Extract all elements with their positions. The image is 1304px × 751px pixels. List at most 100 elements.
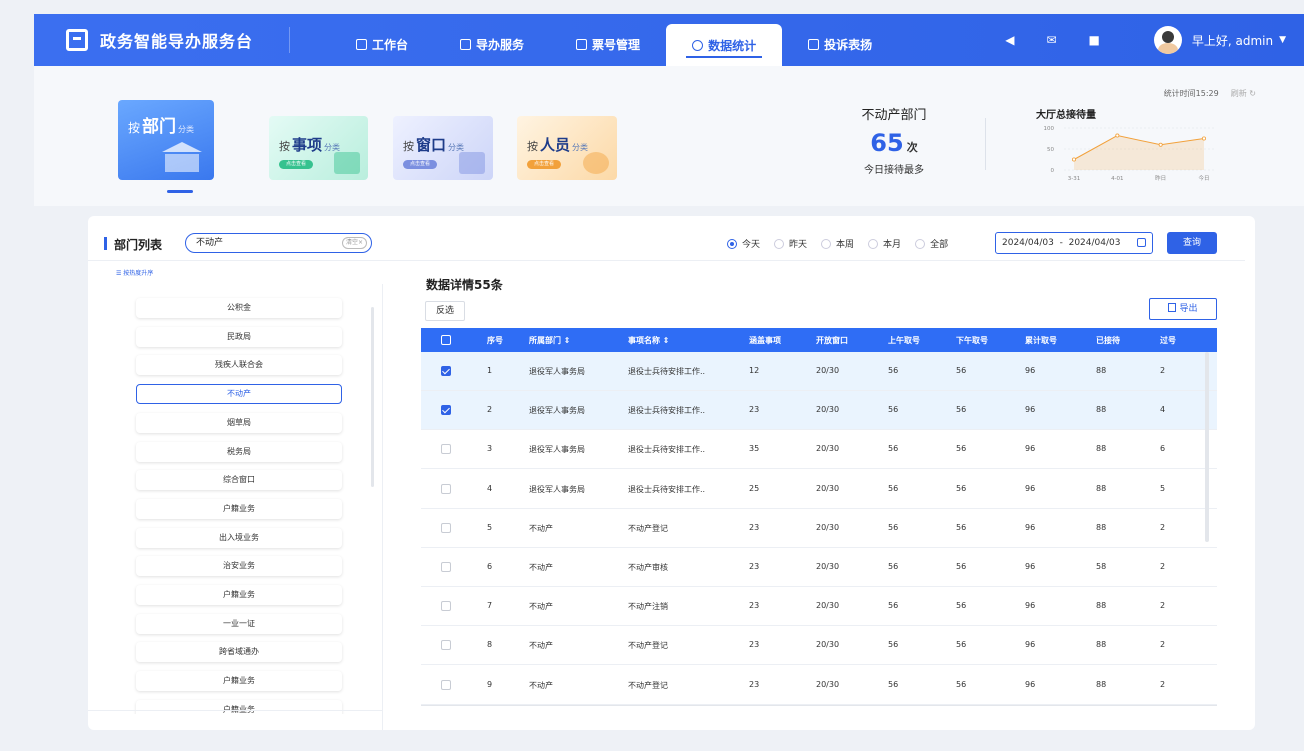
- row-checkbox[interactable]: [441, 601, 451, 612]
- row-checkbox[interactable]: [441, 522, 451, 533]
- user-greeting[interactable]: 早上好, admin: [1192, 32, 1273, 49]
- view-pill[interactable]: 点击查看: [403, 160, 437, 169]
- table-cell: 2: [1160, 562, 1166, 571]
- radio-option[interactable]: 本月: [868, 237, 901, 250]
- dept-list-item[interactable]: 综合窗口: [136, 470, 342, 491]
- table-scrollbar[interactable]: [1205, 352, 1209, 542]
- nav-tab-workbench[interactable]: 工作台: [330, 22, 434, 66]
- category-card-dept[interactable]: 按部门 分类: [118, 100, 214, 180]
- window-icon: [459, 152, 485, 174]
- column-header[interactable]: 所属部门 ⇕: [529, 335, 571, 346]
- mail-icon[interactable]: ✉: [1046, 33, 1056, 47]
- avatar[interactable]: [1153, 26, 1182, 54]
- dept-list-item[interactable]: 民政局: [136, 326, 342, 347]
- column-header: 开放窗口: [816, 336, 848, 345]
- nav-tab-label: 投诉表扬: [824, 37, 873, 52]
- category-card-staff[interactable]: 按人员 分类 点击查看: [517, 116, 617, 180]
- dept-list-item[interactable]: 出入境业务: [136, 527, 342, 548]
- table-row[interactable]: 4 退役军人事务局 退役士兵待安排工作.. 25 20/30 56 56 96 88 5: [421, 470, 1217, 509]
- data-point: [1072, 157, 1077, 162]
- row-checkbox[interactable]: [441, 405, 451, 416]
- table-cell: 96: [1025, 679, 1036, 689]
- clipboard-icon: [808, 38, 820, 50]
- radio-circle[interactable]: [774, 238, 785, 249]
- megaphone-icon[interactable]: ◀: [1005, 33, 1014, 47]
- table-row[interactable]: 9 不动产 不动产登记 23 20/30 56 56 96 88 2: [421, 666, 1217, 705]
- nav-tab-guide-service[interactable]: 导办服务: [434, 22, 550, 66]
- dept-list-item[interactable]: 跨省域通办: [136, 642, 342, 663]
- lock-icon[interactable]: ■: [1089, 33, 1100, 47]
- x-tick-label: 4-01: [1111, 176, 1123, 182]
- table-cell: 9: [487, 679, 493, 689]
- table-row[interactable]: 3 退役军人事务局 退役士兵待安排工作.. 35 20/30 56 56 96 88 6: [421, 430, 1217, 470]
- column-header[interactable]: 事项名称 ⇕: [628, 335, 670, 346]
- nav-tab-ticket-management[interactable]: 票号管理: [550, 22, 666, 66]
- table-cell: 退役士兵待安排工作..: [628, 484, 706, 494]
- caret-down-icon[interactable]: ▼: [1279, 35, 1286, 45]
- refresh-link[interactable]: 刷新 ↻: [1225, 89, 1256, 98]
- radio-option[interactable]: 本周: [821, 237, 854, 250]
- radio-circle[interactable]: [727, 238, 737, 249]
- table-row[interactable]: 1 退役军人事务局 退役士兵待安排工作.. 12 20/30 56 56 96 88 2: [421, 352, 1217, 391]
- row-checkbox[interactable]: [441, 366, 451, 376]
- dept-list-item[interactable]: 治安业务: [136, 556, 342, 577]
- table-cell: 20/30: [816, 444, 840, 454]
- dept-list-item[interactable]: 一业一证: [136, 613, 342, 634]
- query-button[interactable]: 查询: [1167, 232, 1217, 254]
- radio-label: 本月: [883, 240, 902, 250]
- radio-option[interactable]: 全部: [915, 237, 948, 250]
- row-checkbox[interactable]: [441, 640, 451, 651]
- radio-label: 全部: [930, 240, 949, 250]
- table-cell: 56: [888, 444, 899, 454]
- export-button[interactable]: 导出: [1149, 298, 1217, 320]
- dept-search-input[interactable]: 不动产 清空×: [185, 233, 372, 253]
- dept-list-item[interactable]: 税务局: [136, 441, 342, 462]
- dept-list-item[interactable]: 不动产: [136, 384, 342, 405]
- radio-circle[interactable]: [821, 238, 832, 249]
- table-row[interactable]: 5 不动产 不动产登记 23 20/30 56 56 96 88 2: [421, 509, 1217, 548]
- radio-option[interactable]: 昨天: [774, 237, 807, 250]
- dept-list-item[interactable]: 残疾人联合会: [136, 355, 342, 376]
- table-cell: 56: [888, 562, 899, 571]
- stat-count: 65 次: [870, 129, 918, 157]
- dept-list-item[interactable]: 公积金: [136, 298, 342, 318]
- dept-list-item[interactable]: 户籍业务: [136, 585, 342, 605]
- clear-button[interactable]: 清空×: [341, 237, 367, 249]
- date-range-picker[interactable]: 2024/04/03 - 2024/04/03: [995, 232, 1153, 254]
- nav-tab-statistics[interactable]: 数据统计: [666, 24, 783, 66]
- table-cell: 56: [888, 679, 899, 689]
- row-checkbox[interactable]: [441, 679, 451, 690]
- table-row[interactable]: 2 退役军人事务局 退役士兵待安排工作.. 23 20/30 56 56 96 88 4: [421, 391, 1217, 431]
- table-row[interactable]: 6 不动产 不动产审核 23 20/30 56 56 96 58 2: [421, 548, 1217, 587]
- list-scrollbar[interactable]: [371, 307, 374, 487]
- view-pill[interactable]: 点击查看: [279, 160, 313, 169]
- select-all-checkbox[interactable]: [441, 335, 451, 345]
- table-row[interactable]: 7 不动产 不动产注销 23 20/30 56 56 96 88 2: [421, 587, 1217, 627]
- category-card-item[interactable]: 按事项 分类 点击查看: [269, 116, 368, 180]
- row-checkbox[interactable]: [441, 562, 451, 572]
- nav-tab-complaints[interactable]: 投诉表扬: [782, 22, 898, 66]
- app-root: { "app": {"title": "政务智能导办服务台"}, "nav": …: [0, 0, 1304, 751]
- dept-list-item[interactable]: 户籍业务: [136, 498, 342, 519]
- logo-icon: [66, 29, 88, 51]
- dept-list-item[interactable]: 烟草局: [136, 412, 342, 433]
- table-cell: 23: [749, 601, 760, 611]
- divider: [88, 260, 1245, 261]
- sort-toggle[interactable]: ☰ 按热度升序: [116, 268, 153, 277]
- table-row[interactable]: 8 不动产 不动产登记 23 20/30 56 56 96 88 2: [421, 626, 1217, 666]
- row-checkbox[interactable]: [441, 444, 451, 455]
- table-cell: 不动产: [529, 523, 553, 533]
- table-cell: 23: [749, 679, 760, 689]
- table-cell: 58: [1096, 562, 1107, 571]
- radio-circle[interactable]: [868, 238, 879, 249]
- radio-option[interactable]: 今天: [727, 237, 760, 250]
- table-cell: 56: [956, 366, 967, 375]
- dept-list-item[interactable]: 户籍业务: [136, 671, 342, 692]
- category-card-window[interactable]: 按窗口 分类 点击查看: [393, 116, 493, 180]
- table-cell: 25: [749, 483, 760, 493]
- dept-list-item[interactable]: 户籍业务: [136, 699, 342, 714]
- view-pill[interactable]: 点击查看: [527, 160, 561, 169]
- radio-circle[interactable]: [915, 238, 926, 249]
- row-checkbox[interactable]: [441, 483, 451, 494]
- invert-selection-button[interactable]: 反选: [425, 301, 465, 321]
